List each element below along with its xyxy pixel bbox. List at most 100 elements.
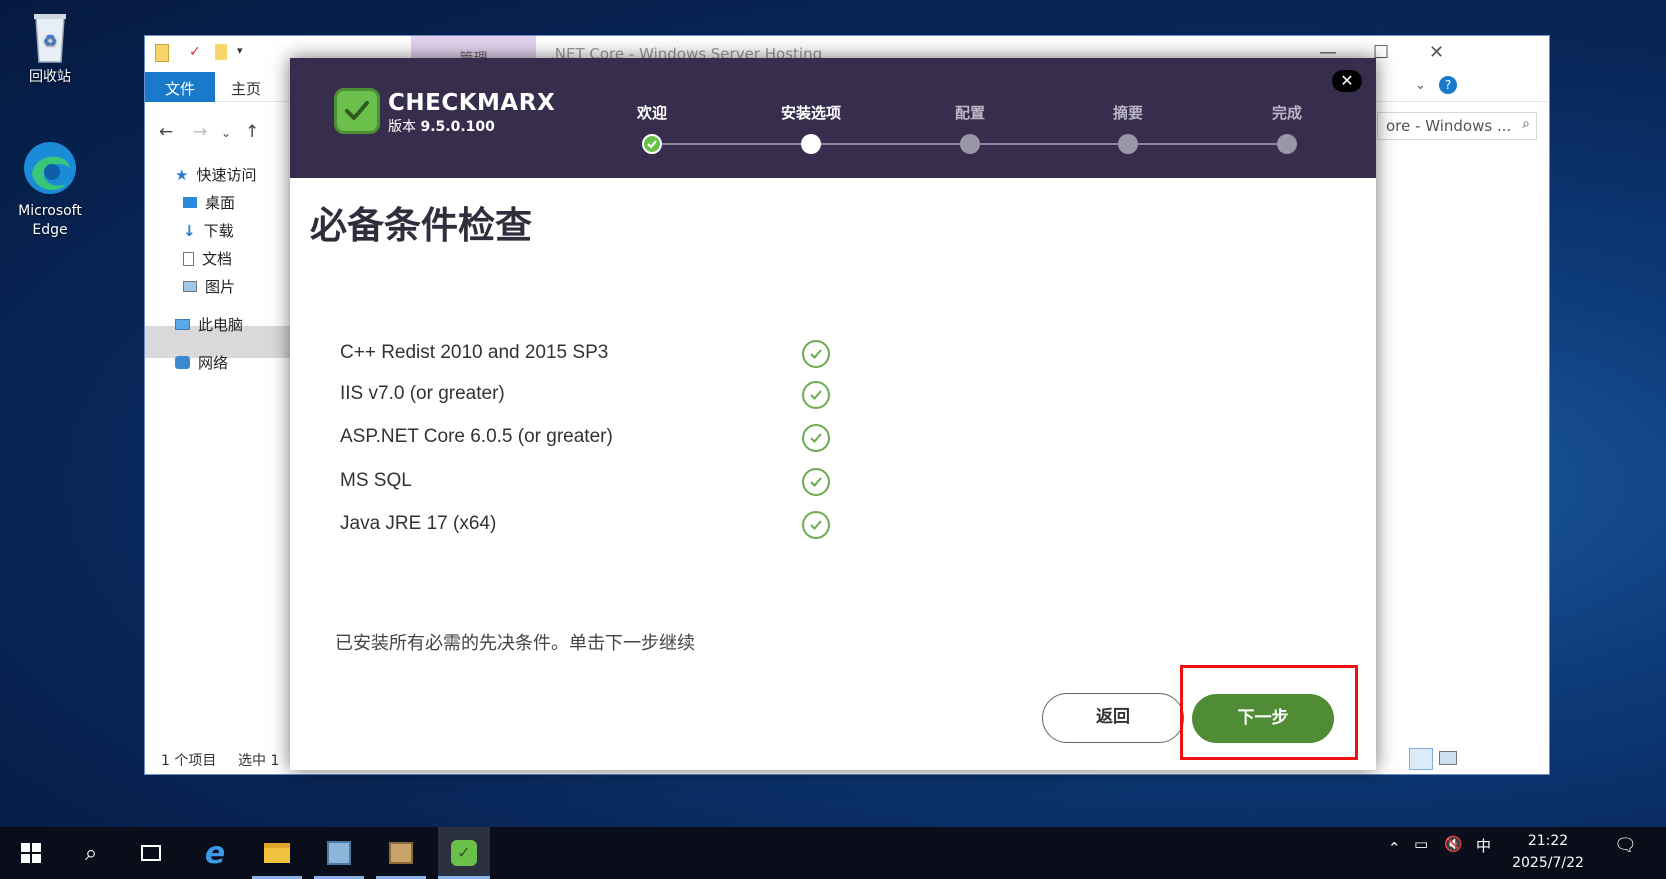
sidebar-item-documents[interactable]: 文档 bbox=[183, 248, 232, 269]
taskbar-checkmarx[interactable]: ✓ bbox=[438, 827, 490, 879]
close-icon: ✕ bbox=[1340, 71, 1354, 90]
step-label: 摘要 bbox=[1112, 104, 1143, 122]
help-icon[interactable]: ? bbox=[1439, 76, 1457, 94]
requirement-item: ASP.NET Core 6.0.5 (or greater) bbox=[340, 426, 613, 447]
task-view-icon bbox=[141, 845, 161, 861]
step-label: 配置 bbox=[954, 104, 985, 122]
close-installer-button[interactable]: ✕ bbox=[1332, 70, 1362, 92]
back-button[interactable]: 返回 bbox=[1042, 693, 1184, 743]
sidebar-label: 网络 bbox=[198, 354, 229, 372]
search-button[interactable]: ⌕ bbox=[66, 827, 116, 879]
step-summary: 摘要 bbox=[1083, 102, 1173, 154]
up-arrow-icon[interactable]: ↑ bbox=[245, 122, 259, 142]
checkmarx-taskbar-icon: ✓ bbox=[451, 840, 477, 866]
step-done-check-icon bbox=[642, 134, 662, 154]
home-tab[interactable]: 主页 bbox=[231, 78, 261, 99]
network-icon bbox=[175, 356, 190, 369]
server-manager-icon bbox=[327, 841, 351, 865]
download-arrow-icon: ↓ bbox=[183, 221, 196, 240]
star-icon: ★ bbox=[175, 165, 189, 184]
edge-desktop-icon[interactable]: Microsoft Edge bbox=[10, 140, 90, 240]
volume-muted-icon[interactable]: 🔇 bbox=[1444, 835, 1463, 853]
taskbar-installer-package[interactable] bbox=[376, 827, 426, 879]
recycle-bin-icon: ♻ bbox=[34, 14, 66, 63]
start-button[interactable] bbox=[6, 827, 56, 879]
requirement-item: IIS v7.0 (or greater) bbox=[340, 383, 505, 404]
installer-header: CHECKMARX 版本 9.5.0.100 欢迎 安装选项 配置 摘要 完成 bbox=[290, 58, 1376, 178]
status-item-count: 1 个项目 bbox=[161, 753, 217, 769]
edge-label-line1: Microsoft bbox=[18, 203, 82, 219]
version-number: 9.5.0.100 bbox=[420, 119, 495, 135]
recycle-bin-label: 回收站 bbox=[29, 69, 71, 85]
sidebar-item-pictures[interactable]: 图片 bbox=[183, 276, 235, 297]
new-folder-icon[interactable] bbox=[215, 44, 227, 60]
version-label: 版本 bbox=[388, 119, 416, 135]
clock-time: 21:22 bbox=[1527, 833, 1569, 849]
notifications-icon[interactable]: 🗨 bbox=[1614, 835, 1637, 856]
close-window-icon[interactable]: ✕ bbox=[1429, 42, 1444, 63]
document-icon bbox=[183, 251, 194, 266]
status-selected-count: 选中 1 bbox=[238, 753, 280, 769]
checkmarx-logo-icon bbox=[334, 88, 380, 134]
version-text: 版本 9.5.0.100 bbox=[388, 116, 495, 136]
file-explorer-icon bbox=[264, 843, 290, 863]
forward-arrow-icon[interactable]: → bbox=[193, 122, 207, 142]
check-circle-icon bbox=[802, 340, 830, 368]
recycle-bin-desktop-icon[interactable]: ♻ 回收站 bbox=[10, 10, 90, 87]
package-icon bbox=[389, 842, 413, 864]
step-install-options: 安装选项 bbox=[766, 102, 856, 154]
svg-text:♻: ♻ bbox=[43, 31, 57, 50]
status-message: 已安装所有必需的先决条件。单击下一步继续 bbox=[335, 633, 695, 654]
file-tab[interactable]: 文件 bbox=[145, 72, 215, 102]
taskbar-clock[interactable]: 21:22 2025/7/22 bbox=[1508, 830, 1588, 874]
computer-icon bbox=[175, 319, 190, 330]
sidebar-label: 桌面 bbox=[205, 194, 236, 212]
show-hidden-icons-chevron-icon[interactable]: ⌃ bbox=[1388, 839, 1401, 857]
network-tray-icon[interactable]: ▭ bbox=[1414, 835, 1428, 853]
brand-name: CHECKMARX bbox=[388, 90, 556, 116]
recent-locations-chevron-icon[interactable]: ⌄ bbox=[221, 126, 231, 140]
step-welcome: 欢迎 bbox=[607, 102, 697, 154]
back-arrow-icon[interactable]: ← bbox=[159, 122, 173, 142]
search-icon: ⌕ bbox=[1522, 116, 1530, 132]
check-circle-icon bbox=[802, 468, 830, 496]
properties-icon[interactable]: ✓ bbox=[189, 44, 201, 60]
sidebar-label: 下载 bbox=[203, 222, 234, 240]
task-view-button[interactable] bbox=[126, 827, 176, 879]
requirement-item: MS SQL bbox=[340, 470, 412, 491]
page-title: 必备条件检查 bbox=[310, 204, 532, 247]
sidebar-label: 文档 bbox=[202, 250, 233, 268]
large-icons-view-icon[interactable] bbox=[1439, 751, 1457, 765]
sidebar-item-network[interactable]: 网络 bbox=[175, 352, 228, 373]
taskbar-search-icon: ⌕ bbox=[84, 840, 98, 866]
check-circle-icon bbox=[802, 511, 830, 539]
step-label: 安装选项 bbox=[780, 104, 841, 122]
quick-access-dropdown-icon[interactable]: ▾ bbox=[237, 44, 243, 57]
step-pending-dot-icon bbox=[960, 134, 980, 154]
step-pending-dot-icon bbox=[1118, 134, 1138, 154]
details-view-icon[interactable] bbox=[1409, 748, 1433, 770]
highlight-annotation-box bbox=[1180, 665, 1358, 760]
check-circle-icon bbox=[802, 424, 830, 452]
taskbar-server-manager[interactable] bbox=[314, 827, 364, 879]
installer-dialog[interactable]: CHECKMARX 版本 9.5.0.100 欢迎 安装选项 配置 摘要 完成 bbox=[290, 58, 1376, 770]
step-configure: 配置 bbox=[925, 102, 1015, 154]
sidebar-label: 此电脑 bbox=[198, 316, 244, 334]
sidebar-label: 快速访问 bbox=[196, 166, 257, 184]
sidebar-item-quick-access[interactable]: ★ 快速访问 bbox=[175, 164, 256, 185]
ribbon-expand-chevron-icon[interactable]: ⌄ bbox=[1415, 78, 1426, 93]
desktop-folder-icon bbox=[183, 197, 197, 208]
ime-indicator[interactable]: 中 bbox=[1476, 835, 1491, 856]
edge-label-line2: Edge bbox=[32, 222, 68, 238]
sidebar-item-this-pc[interactable]: 此电脑 bbox=[175, 314, 243, 335]
taskbar-file-explorer[interactable] bbox=[252, 827, 302, 879]
folder-icon bbox=[155, 44, 169, 62]
picture-icon bbox=[183, 281, 197, 292]
step-label: 欢迎 bbox=[636, 104, 667, 122]
search-input[interactable]: ore - Windows ... ⌕ bbox=[1377, 112, 1537, 140]
taskbar-ie[interactable]: e bbox=[190, 827, 240, 879]
sidebar-item-desktop[interactable]: 桌面 bbox=[183, 192, 235, 213]
sidebar-item-downloads[interactable]: ↓ 下载 bbox=[183, 220, 234, 241]
windows-logo-icon bbox=[21, 843, 41, 863]
step-current-dot-icon bbox=[801, 134, 821, 154]
